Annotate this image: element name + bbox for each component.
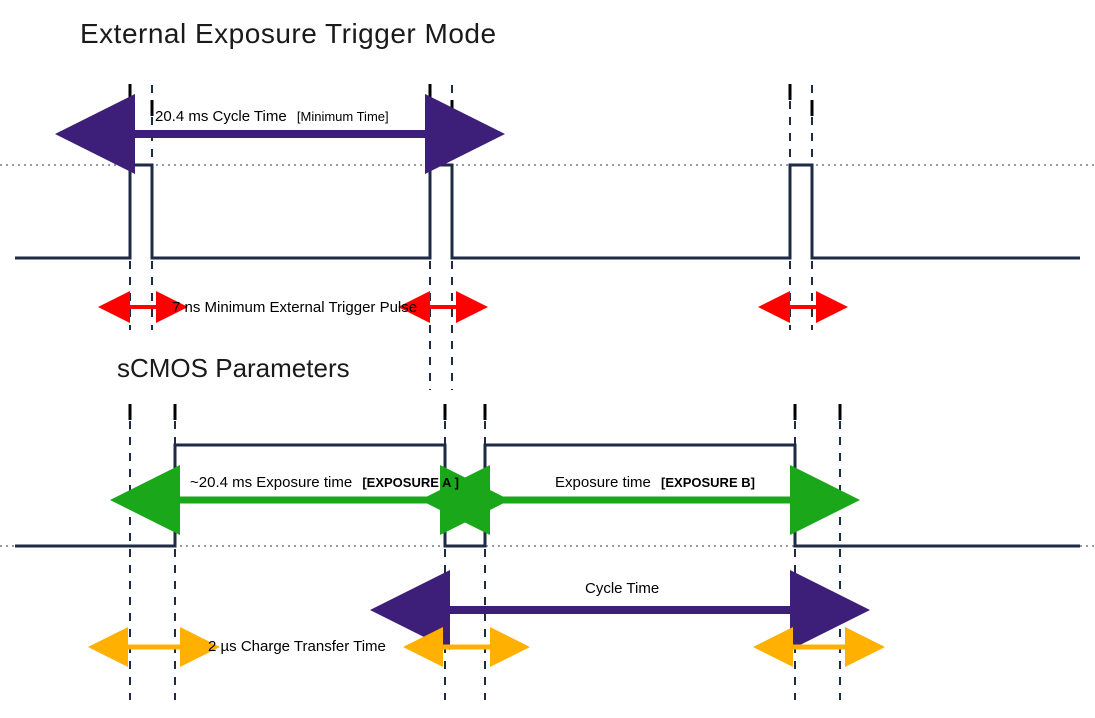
label-cycle-time-value: 20.4 ms Cycle Time [155,108,287,125]
label-exposure-b: Exposure time [EXPOSURE B] [555,474,755,491]
label-charge-transfer: 2 µs Charge Transfer Time [208,638,386,655]
label-exposure-a-value: ~20.4 ms Exposure time [190,474,352,491]
label-trigger-pulse: 7 ns Minimum External Trigger Pulse [172,299,417,316]
bottom-tick-marks [130,404,840,420]
timing-diagram-canvas: External Exposure Trigger Mode sCMOS Par… [0,0,1095,718]
label-exposure-b-value: Exposure time [555,474,651,491]
external-trigger-waveform [15,165,1080,258]
label-exposure-b-tag: [EXPOSURE B] [655,475,755,490]
label-exposure-a-tag: [EXPOSURE A ] [356,475,459,490]
label-cycle-time-bottom: Cycle Time [585,580,659,597]
label-cycle-time-top: 20.4 ms Cycle Time [Minimum Time] [155,108,389,125]
label-exposure-a: ~20.4 ms Exposure time [EXPOSURE A ] [190,474,459,491]
label-cycle-time-min: [Minimum Time] [291,109,389,124]
